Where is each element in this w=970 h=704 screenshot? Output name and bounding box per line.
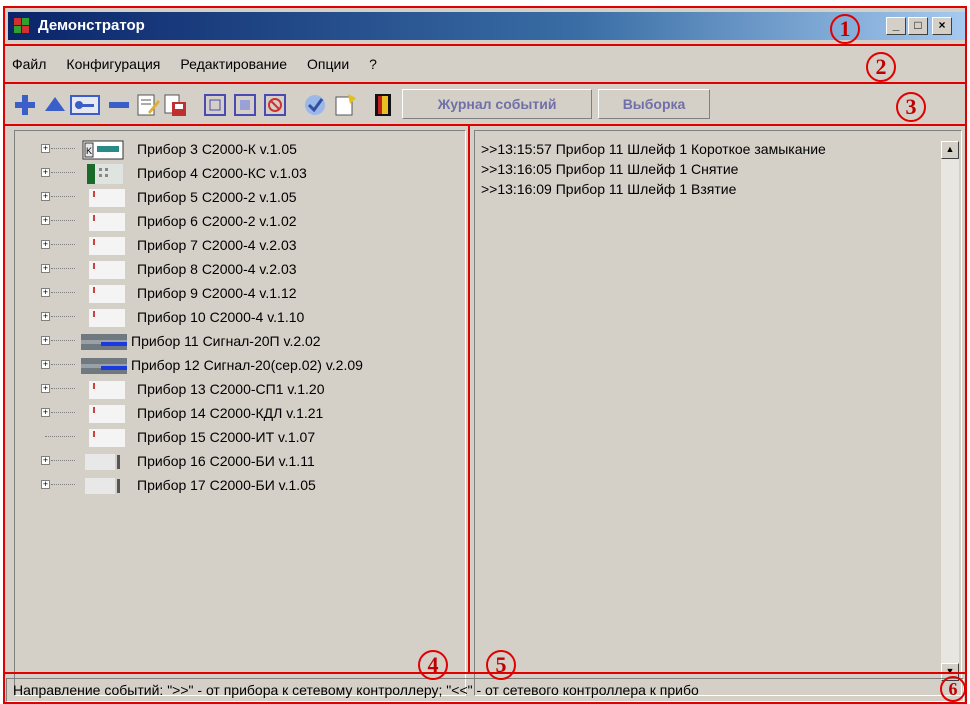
annotation-marker-6: 6 xyxy=(940,676,966,702)
annotation-frame-tree xyxy=(3,124,470,674)
annotation-frame-status xyxy=(3,672,967,704)
annotation-frame-log xyxy=(468,124,967,674)
annotation-marker-1: 1 xyxy=(830,14,860,44)
annotation-frame-title xyxy=(3,6,967,46)
annotation-frame-toolbar xyxy=(3,82,967,126)
annotation-marker-2: 2 xyxy=(866,52,896,82)
annotation-frame-menu xyxy=(3,44,967,84)
annotation-marker-4: 4 xyxy=(418,650,448,680)
annotation-marker-5: 5 xyxy=(486,650,516,680)
annotation-marker-3: 3 xyxy=(896,92,926,122)
